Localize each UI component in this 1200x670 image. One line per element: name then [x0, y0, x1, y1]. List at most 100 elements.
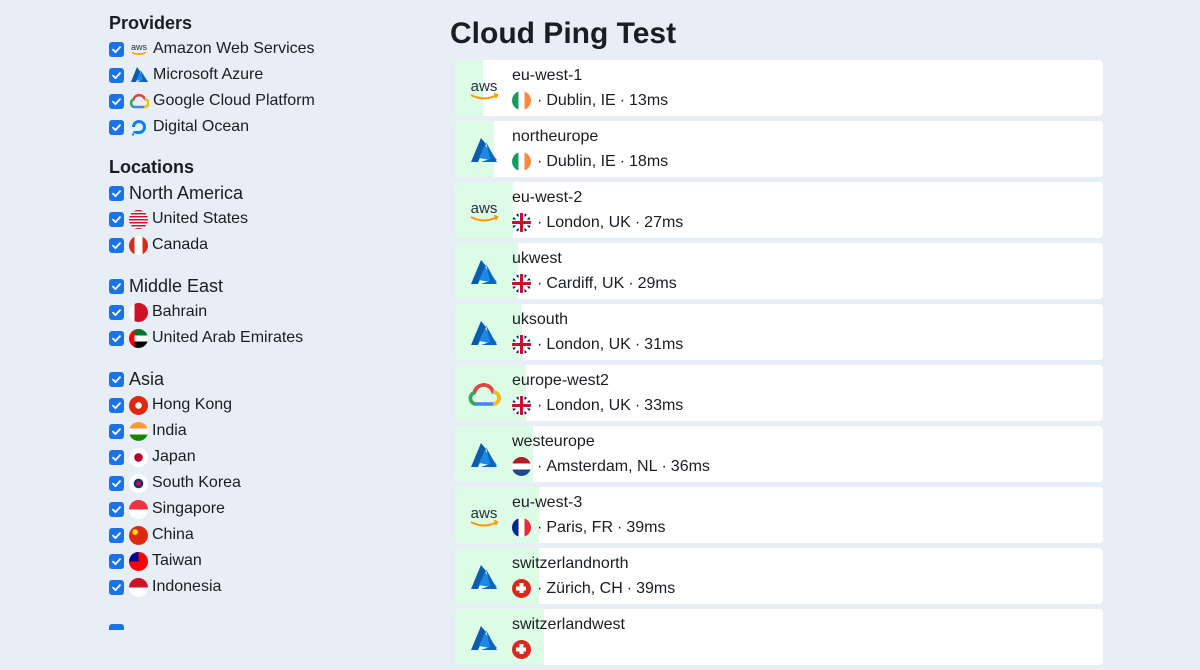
country-label: Canada — [152, 236, 209, 253]
location-label: London, UK — [546, 396, 631, 414]
country-checkbox[interactable] — [109, 304, 124, 320]
provider-option[interactable]: Google Cloud Platform — [109, 88, 429, 114]
country-option[interactable]: Indonesia — [109, 574, 429, 600]
filter-sidebar: Providers aws Amazon Web Services Microsof… — [109, 10, 429, 600]
country-checkbox[interactable] — [109, 211, 124, 227]
region-option[interactable]: Asia — [109, 366, 429, 392]
aws-logo-icon: aws — [464, 498, 504, 534]
ch-flag-icon — [512, 640, 531, 659]
provider-label: Digital Ocean — [153, 118, 250, 135]
azure-logo-icon — [464, 559, 504, 595]
country-checkbox[interactable] — [109, 449, 124, 465]
fr-flag-icon — [512, 518, 531, 537]
latency-label: 29ms — [637, 274, 677, 292]
result-row: europe-west2 · London, UK · 33ms — [455, 365, 1103, 421]
ch-flag-icon — [512, 579, 531, 598]
result-row: aws eu-west-3 · Paris, FR · 39ms — [455, 487, 1103, 543]
country-option[interactable]: United Arab Emirates — [109, 325, 429, 351]
svg-text:aws: aws — [471, 78, 498, 95]
separator: · — [537, 274, 543, 292]
country-option[interactable]: China — [109, 522, 429, 548]
provider-checkbox[interactable] — [109, 119, 124, 135]
country-checkbox[interactable] — [109, 397, 124, 413]
country-option[interactable]: Japan — [109, 444, 429, 470]
location-label: Cardiff, UK — [546, 274, 625, 292]
azure-logo-icon — [464, 254, 504, 290]
country-option[interactable]: Singapore — [109, 496, 429, 522]
latency-label: 31ms — [644, 335, 684, 353]
aws-logo-icon: aws — [464, 71, 504, 107]
gb-flag-icon — [512, 274, 531, 293]
region-checkbox[interactable] — [109, 278, 124, 294]
result-row: westeurope · Amsterdam, NL · 36ms — [455, 426, 1103, 482]
country-label: United Arab Emirates — [152, 329, 304, 346]
separator: · — [537, 396, 543, 414]
tw-flag-icon — [129, 551, 148, 571]
region-option[interactable]: North America — [109, 180, 429, 206]
country-checkbox[interactable] — [109, 330, 124, 346]
country-checkbox[interactable] — [109, 475, 124, 491]
svg-text:aws: aws — [131, 42, 148, 52]
country-option[interactable]: India — [109, 418, 429, 444]
separator: · — [537, 579, 543, 597]
country-option[interactable]: United States — [109, 206, 429, 232]
country-option[interactable]: South Korea — [109, 470, 429, 496]
provider-option[interactable]: Microsoft Azure — [109, 62, 429, 88]
providers-list: aws Amazon Web Services Microsoft Azure Goo… — [109, 36, 429, 140]
gb-flag-icon — [512, 213, 531, 232]
provider-option[interactable]: aws Amazon Web Services — [109, 36, 429, 62]
result-meta — [512, 640, 535, 659]
separator: · — [537, 91, 543, 109]
svg-text:aws: aws — [471, 505, 498, 522]
result-row: switzerlandnorth · Zürich, CH · 39ms — [455, 548, 1103, 604]
separator: · — [537, 152, 543, 170]
latency-label: 36ms — [670, 457, 710, 475]
country-label: Japan — [152, 448, 196, 465]
location-label: Dublin, IE — [546, 152, 616, 170]
separator: · — [628, 274, 634, 292]
country-option[interactable]: Taiwan — [109, 548, 429, 574]
country-checkbox[interactable] — [109, 423, 124, 439]
latency-label: 18ms — [629, 152, 669, 170]
region-name: uksouth — [512, 311, 569, 328]
separator: · — [537, 457, 543, 475]
azure-logo-icon — [464, 315, 504, 351]
page-title: Cloud Ping Test — [450, 17, 677, 50]
location-label: Amsterdam, NL — [546, 457, 658, 475]
provider-label: Amazon Web Services — [153, 40, 315, 57]
azure-logo-icon — [464, 620, 504, 656]
region-name: eu-west-2 — [512, 189, 583, 206]
ca-flag-icon — [129, 235, 148, 255]
region-name: eu-west-3 — [512, 494, 583, 511]
provider-checkbox[interactable] — [109, 67, 124, 83]
result-meta: · London, UK · 27ms — [512, 213, 683, 232]
result-row: northeurope · Dublin, IE · 18ms — [455, 121, 1103, 177]
country-checkbox[interactable] — [109, 527, 124, 543]
country-checkbox[interactable] — [109, 501, 124, 517]
location-label: Zürich, CH — [546, 579, 623, 597]
in-flag-icon — [129, 421, 148, 441]
result-row: aws eu-west-2 · London, UK · 27ms — [455, 182, 1103, 238]
country-option[interactable]: Bahrain — [109, 299, 429, 325]
kr-flag-icon — [129, 473, 148, 493]
provider-checkbox[interactable] — [109, 41, 124, 57]
provider-option[interactable]: Digital Ocean — [109, 114, 429, 140]
country-option[interactable]: Canada — [109, 232, 429, 258]
latency-label: 39ms — [636, 579, 676, 597]
country-checkbox[interactable] — [109, 237, 124, 253]
gcp-logo-icon — [464, 376, 504, 412]
region-checkbox[interactable] — [109, 371, 124, 387]
region-name: eu-west-1 — [512, 67, 583, 84]
country-option[interactable]: Hong Kong — [109, 392, 429, 418]
region-name: europe-west2 — [512, 372, 609, 389]
separator: · — [634, 335, 641, 353]
country-checkbox[interactable] — [109, 579, 124, 595]
latency-label: 39ms — [626, 518, 666, 536]
region-checkbox[interactable] — [109, 624, 124, 630]
provider-checkbox[interactable] — [109, 93, 124, 109]
location-label: London, UK — [546, 213, 631, 231]
region-checkbox[interactable] — [109, 185, 124, 201]
region-option[interactable]: Middle East — [109, 273, 429, 299]
country-checkbox[interactable] — [109, 553, 124, 569]
country-label: Hong Kong — [152, 396, 233, 413]
